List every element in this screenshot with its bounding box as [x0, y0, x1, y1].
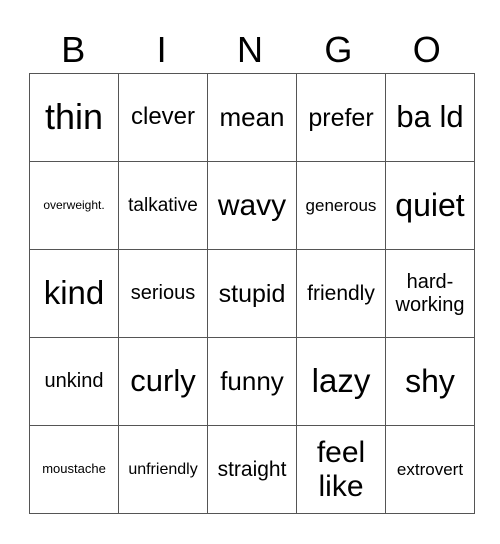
bingo-cell[interactable]: friendly: [296, 249, 386, 338]
bingo-cell[interactable]: generous: [296, 161, 386, 250]
bingo-cell[interactable]: unfriendly: [118, 425, 208, 514]
bingo-cell[interactable]: thin: [29, 73, 119, 162]
header-letter: B: [61, 29, 86, 70]
bingo-header: B I N G O: [29, 28, 471, 72]
bingo-cell[interactable]: ba ld: [385, 73, 475, 162]
bingo-cell[interactable]: mean: [207, 73, 297, 162]
header-letter: N: [236, 29, 263, 70]
bingo-cell[interactable]: talkative: [118, 161, 208, 250]
bingo-row: moustache unfriendly straight feel like extr…: [29, 425, 475, 514]
bingo-cell[interactable]: extrovert: [385, 425, 475, 514]
bingo-cell[interactable]: moustache: [29, 425, 119, 514]
bingo-cell[interactable]: lazy: [296, 337, 386, 426]
bingo-cell[interactable]: unkind: [29, 337, 119, 426]
bingo-cell[interactable]: curly: [118, 337, 208, 426]
bingo-row: thin clever mean prefer ba ld: [29, 73, 475, 162]
bingo-cell[interactable]: kind: [29, 249, 119, 338]
bingo-cell[interactable]: prefer: [296, 73, 386, 162]
bingo-row: unkind curly funny lazy shy: [29, 337, 475, 426]
bingo-cell[interactable]: straight: [207, 425, 297, 514]
bingo-cell[interactable]: quiet: [385, 161, 475, 250]
bingo-cell[interactable]: hard- working: [385, 249, 475, 338]
bingo-row: kind serious stupid friendly hard- working: [29, 249, 475, 338]
header-letter: G: [324, 29, 353, 70]
bingo-row: overweight. talkative wavy generous quiet: [29, 161, 475, 250]
bingo-cell[interactable]: serious: [118, 249, 208, 338]
header-letter: I: [156, 29, 167, 70]
bingo-card: thin clever mean prefer ba ld overweight. talk…: [29, 73, 475, 514]
bingo-cell[interactable]: clever: [118, 73, 208, 162]
bingo-cell[interactable]: stupid: [207, 249, 297, 338]
bingo-cell[interactable]: overweight.: [29, 161, 119, 250]
bingo-cell[interactable]: feel like: [296, 425, 386, 514]
bingo-cell[interactable]: funny: [207, 337, 297, 426]
bingo-cell[interactable]: wavy: [207, 161, 297, 250]
bingo-cell[interactable]: shy: [385, 337, 475, 426]
header-letter: O: [412, 29, 441, 70]
